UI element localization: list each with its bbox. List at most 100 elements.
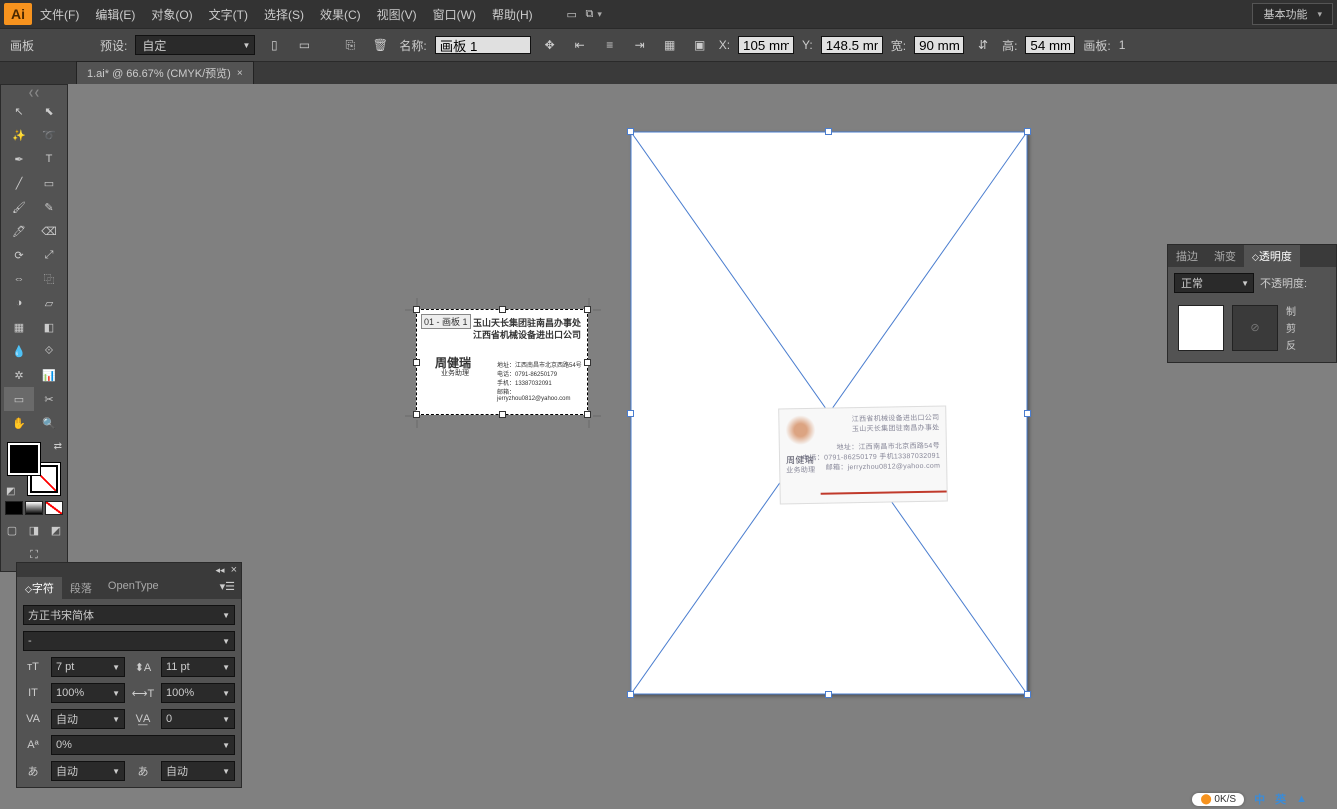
aki-dropdown[interactable]: 自动▼ (161, 761, 235, 781)
pencil-tool[interactable]: ✎ (34, 195, 64, 219)
menu-window[interactable]: 窗口(W) (425, 2, 484, 27)
ime-indicator-2[interactable]: 英 (1275, 791, 1286, 807)
workspace-switcher[interactable]: 基本功能 (1252, 3, 1333, 25)
close-tab-icon[interactable]: × (237, 68, 243, 79)
ime-toggle-icon[interactable]: ▲ (1296, 793, 1307, 805)
baseline-dropdown[interactable]: 0%▼ (51, 735, 235, 755)
y-input[interactable] (821, 36, 883, 54)
none-mode-icon[interactable] (45, 501, 63, 515)
preset-dropdown[interactable]: 自定▼ (135, 35, 255, 55)
lasso-tool[interactable]: ➰ (34, 123, 64, 147)
menu-file[interactable]: 文件(F) (32, 2, 87, 27)
make-mask-button[interactable]: 制 (1286, 303, 1296, 318)
leading-dropdown[interactable]: 11 pt▼ (161, 657, 235, 677)
arrange-icon[interactable]: ⧉ (583, 3, 605, 25)
tab-stroke[interactable]: 描边 (1168, 245, 1206, 267)
menu-object[interactable]: 对象(O) (143, 2, 200, 27)
rectangle-tool[interactable]: ▭ (34, 171, 64, 195)
draw-inside-icon[interactable]: ◩ (47, 521, 65, 539)
font-style-dropdown[interactable]: -▼ (23, 631, 235, 651)
grid-icon[interactable]: ▦ (659, 34, 681, 56)
font-size-dropdown[interactable]: 7 pt▼ (51, 657, 125, 677)
tab-paragraph[interactable]: 段落 (62, 577, 100, 599)
blend-mode-dropdown[interactable]: 正常▼ (1174, 273, 1254, 293)
clip-checkbox[interactable]: 剪 (1286, 320, 1296, 335)
normal-draw-icon[interactable]: ▢ (3, 521, 21, 539)
orientation-landscape-icon[interactable]: ▭ (293, 34, 315, 56)
object-thumbnail[interactable] (1178, 305, 1224, 351)
ref-point-icon[interactable]: ▣ (689, 34, 711, 56)
new-artboard-icon[interactable]: ⎘ (339, 34, 361, 56)
tab-character[interactable]: ◇字符 (17, 577, 62, 599)
align-left-icon[interactable]: ⇤ (569, 34, 591, 56)
fill-swatch[interactable] (8, 443, 40, 475)
ime-indicator-1[interactable]: 中 (1254, 791, 1265, 807)
w-input[interactable] (914, 36, 964, 54)
x-input[interactable] (738, 36, 794, 54)
doc-layout-icon[interactable]: ▭ (561, 3, 583, 25)
swap-colors-icon[interactable]: ⇄ (54, 441, 62, 452)
vscale-dropdown[interactable]: 100%▼ (51, 683, 125, 703)
pen-tool[interactable]: ✒ (4, 147, 34, 171)
artboard-1[interactable]: 01 - 画板 1 玉山天长集团驻南昌办事处 江西省机械设备进出口公司 周健瑞 … (416, 309, 588, 415)
rotate-tool[interactable]: ⟳ (4, 243, 34, 267)
menu-edit[interactable]: 编辑(E) (87, 2, 143, 27)
gradient-tool[interactable]: ◧ (34, 315, 64, 339)
invert-checkbox[interactable]: 反 (1286, 337, 1296, 352)
font-family-dropdown[interactable]: 方正书宋简体▼ (23, 605, 235, 625)
artboard-tool[interactable]: ▭ (4, 387, 34, 411)
graph-tool[interactable]: 📊 (34, 363, 64, 387)
mesh-tool[interactable]: ▦ (4, 315, 34, 339)
draw-behind-icon[interactable]: ◨ (25, 521, 43, 539)
tsume-dropdown[interactable]: 自动▼ (51, 761, 125, 781)
direct-selection-tool[interactable]: ⬉ (34, 99, 64, 123)
menu-help[interactable]: 帮助(H) (484, 2, 541, 27)
default-colors-icon[interactable]: ◩ (6, 486, 15, 497)
line-tool[interactable]: ╱ (4, 171, 34, 195)
toolbox-grip[interactable]: ❮❮ (1, 89, 67, 99)
magic-wand-tool[interactable]: ✨ (4, 123, 34, 147)
blend-tool[interactable]: ⟐ (34, 339, 64, 363)
mask-thumbnail[interactable]: ⊘ (1232, 305, 1278, 351)
move-art-icon[interactable]: ✥ (539, 34, 561, 56)
document-tab[interactable]: 1.ai* @ 66.67% (CMYK/预览) × (76, 61, 254, 84)
scale-tool[interactable]: ⤢ (34, 243, 64, 267)
hand-tool[interactable]: ✋ (4, 411, 34, 435)
panel-close-icon[interactable]: × (231, 564, 237, 576)
align-right-icon[interactable]: ⇥ (629, 34, 651, 56)
type-tool[interactable]: T (34, 147, 64, 171)
h-input[interactable] (1025, 36, 1075, 54)
menu-select[interactable]: 选择(S) (256, 2, 312, 27)
link-wh-icon[interactable]: ⇵ (972, 34, 994, 56)
panel-menu-icon[interactable]: ▾☰ (214, 577, 241, 599)
paintbrush-tool[interactable]: 🖌 (4, 195, 34, 219)
menu-effect[interactable]: 效果(C) (312, 2, 369, 27)
perspective-tool[interactable]: ▱ (34, 291, 64, 315)
eyedropper-tool[interactable]: 💧 (4, 339, 34, 363)
tab-opentype[interactable]: OpenType (100, 577, 167, 599)
tab-gradient[interactable]: 渐变 (1206, 245, 1244, 267)
kerning-dropdown[interactable]: 自动▼ (51, 709, 125, 729)
menu-view[interactable]: 视图(V) (369, 2, 425, 27)
zoom-tool[interactable]: 🔍 (34, 411, 64, 435)
width-tool[interactable]: ⇔ (4, 267, 34, 291)
gradient-mode-icon[interactable] (25, 501, 43, 515)
hscale-dropdown[interactable]: 100%▼ (161, 683, 235, 703)
slice-tool[interactable]: ✂ (34, 387, 64, 411)
delete-artboard-icon[interactable]: 🗑 (369, 34, 391, 56)
orientation-portrait-icon[interactable]: ▯ (263, 34, 285, 56)
artboard-name-input[interactable] (435, 36, 531, 54)
linked-image-placeholder[interactable]: 江西省机械设备进出口公司 玉山天长集团驻南昌办事处 周健瑞 业务助理 地址：江西… (631, 132, 1027, 694)
panel-collapse-icon[interactable]: ◂◂ (216, 565, 225, 576)
color-mode-icon[interactable] (5, 501, 23, 515)
selection-tool[interactable]: ↖ (4, 99, 34, 123)
eraser-tool[interactable]: ⌫ (34, 219, 64, 243)
align-center-icon[interactable]: ≡ (599, 34, 621, 56)
free-transform-tool[interactable]: ⿻ (34, 267, 64, 291)
blob-brush-tool[interactable]: 🖊 (4, 219, 34, 243)
shape-builder-tool[interactable]: ◑ (4, 291, 34, 315)
menu-type[interactable]: 文字(T) (201, 2, 256, 27)
tracking-dropdown[interactable]: 0▼ (161, 709, 235, 729)
color-swatches[interactable]: ⇄ ◩ (6, 441, 62, 497)
symbol-sprayer-tool[interactable]: ✲ (4, 363, 34, 387)
